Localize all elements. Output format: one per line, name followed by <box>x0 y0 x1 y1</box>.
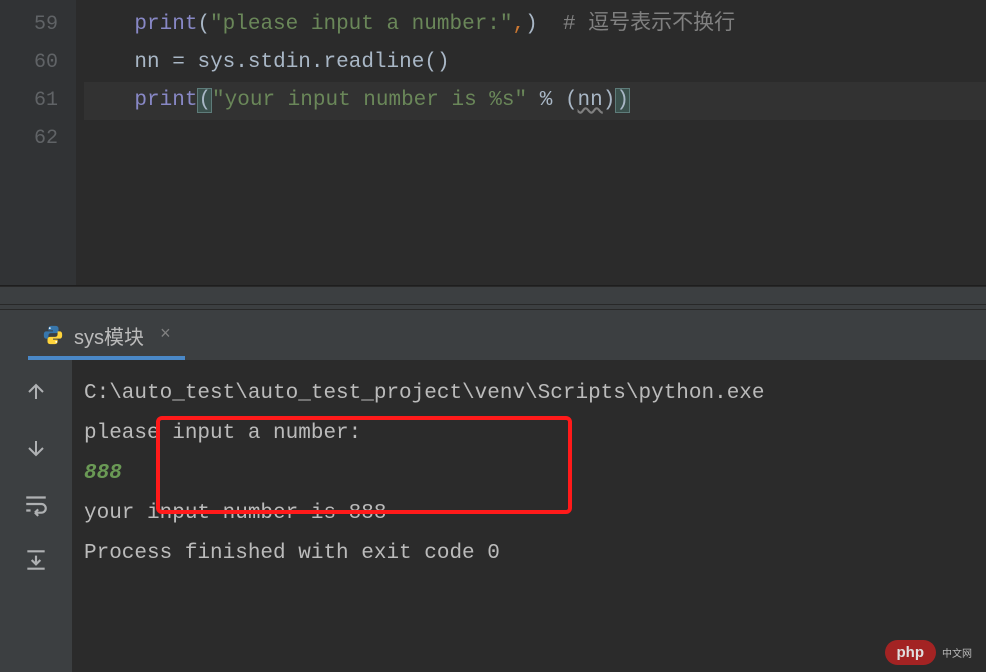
line-number-gutter: 59 60 61 62 <box>0 0 76 285</box>
line-number: 60 <box>0 44 58 82</box>
run-console-panel: sys模块 × C:\auto_test\auto_test_project\v… <box>0 310 986 672</box>
code-line[interactable]: print("please input a number:",) # 逗号表示不… <box>84 6 986 44</box>
line-number: 62 <box>0 120 58 158</box>
console-tab-bar: sys模块 × <box>0 310 986 360</box>
close-icon[interactable]: × <box>160 325 171 345</box>
breadcrumb-bar <box>0 286 986 304</box>
line-number: 61 <box>0 82 58 120</box>
output-line: please input a number: <box>84 414 974 454</box>
python-file-icon <box>42 324 64 346</box>
line-number: 59 <box>0 6 58 44</box>
scroll-to-end-icon[interactable] <box>22 546 50 574</box>
code-line[interactable]: nn = sys.stdin.readline() <box>84 44 986 82</box>
console-tab-label: sys模块 <box>74 321 144 350</box>
code-content[interactable]: print("please input a number:",) # 逗号表示不… <box>76 0 986 285</box>
console-body: C:\auto_test\auto_test_project\venv\Scri… <box>0 360 986 672</box>
console-output[interactable]: C:\auto_test\auto_test_project\venv\Scri… <box>72 360 986 672</box>
arrow-up-icon[interactable] <box>22 378 50 406</box>
soft-wrap-icon[interactable] <box>22 490 50 518</box>
output-user-input: 888 <box>84 454 974 494</box>
output-exit-line: Process finished with exit code 0 <box>84 534 974 574</box>
code-line-active[interactable]: print("your input number is %s" % (nn)) <box>84 82 986 120</box>
arrow-down-icon[interactable] <box>22 434 50 462</box>
watermark: php中文网 <box>885 644 973 662</box>
code-editor[interactable]: 59 60 61 62 print("please input a number… <box>0 0 986 286</box>
watermark-badge: php <box>885 640 937 665</box>
output-line: your input number is 888 <box>84 494 974 534</box>
watermark-subtext: 中文网 <box>942 650 972 661</box>
console-toolbar <box>0 360 72 672</box>
output-line: C:\auto_test\auto_test_project\venv\Scri… <box>84 374 974 414</box>
console-tab[interactable]: sys模块 × <box>28 314 185 360</box>
code-line[interactable] <box>84 120 986 158</box>
